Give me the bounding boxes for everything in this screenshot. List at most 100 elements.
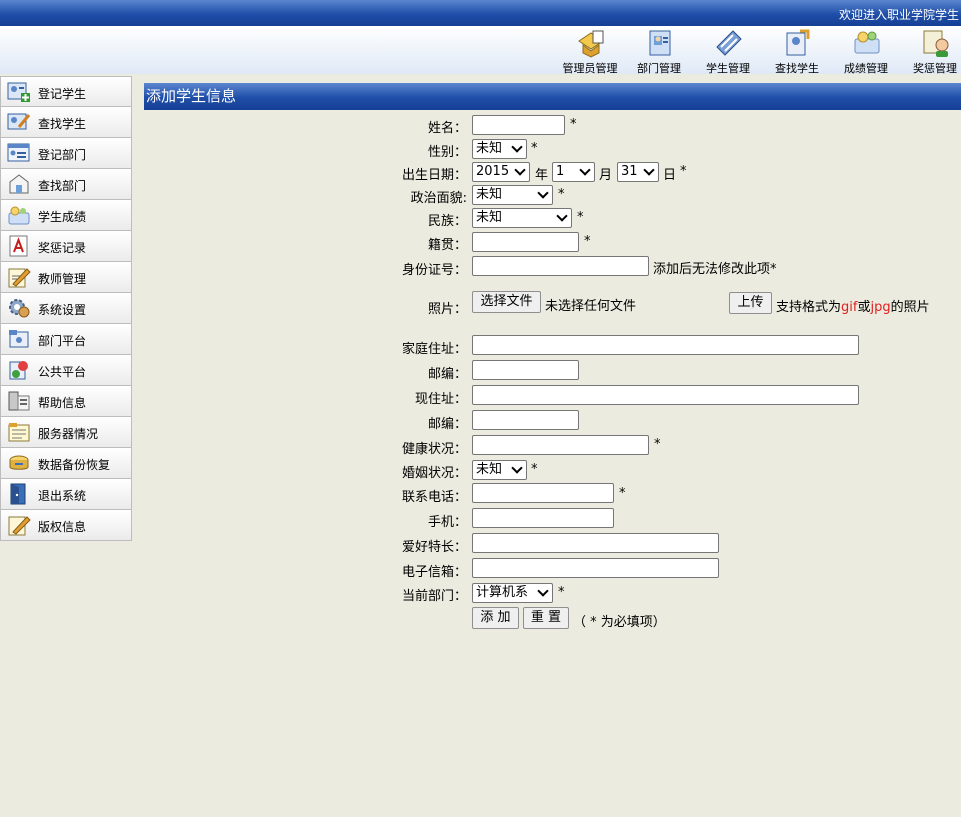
birth-month-value: 1 bbox=[556, 164, 565, 179]
sidebar-item-label: 奖惩记录 bbox=[38, 241, 87, 255]
native-input[interactable] bbox=[472, 232, 579, 252]
sidebar-item-label: 公共平台 bbox=[38, 365, 87, 379]
required-mark: * bbox=[558, 187, 565, 202]
find-student-icon bbox=[786, 29, 810, 56]
sidebar-item-find-student[interactable]: 查找学生 bbox=[0, 107, 132, 138]
sidebar-item-label: 学生成绩 bbox=[38, 210, 87, 224]
sidebar-item-help-info[interactable]: 帮助信息 bbox=[0, 386, 132, 417]
welcome-text: 欢迎进入职业学院学生 bbox=[838, 8, 959, 22]
zip-label: 邮编： bbox=[427, 417, 467, 432]
toolbar-admin-button[interactable]: 管理员管理 bbox=[555, 26, 625, 75]
required-mark: * bbox=[654, 437, 661, 452]
toolbar-student-button[interactable]: 学生管理 bbox=[693, 26, 763, 75]
sidebar-item-label: 系统设置 bbox=[38, 303, 87, 317]
political-label: 政治面貌: bbox=[410, 191, 467, 206]
gender-label: 性别： bbox=[427, 145, 467, 160]
server-status-icon bbox=[8, 423, 30, 442]
health-input[interactable] bbox=[472, 435, 649, 455]
public-platform-icon bbox=[9, 361, 28, 380]
sidebar-item-student-grades[interactable]: 学生成绩 bbox=[0, 200, 132, 231]
required-mark: * bbox=[680, 164, 687, 179]
sidebar-item-label: 帮助信息 bbox=[38, 396, 87, 410]
chevron-down-icon bbox=[511, 462, 523, 474]
chevron-down-icon bbox=[511, 141, 523, 153]
upload-button[interactable]: 上传 bbox=[729, 292, 772, 314]
sidebar-item-register-department[interactable]: 登记部门 bbox=[0, 138, 132, 169]
department-select[interactable]: 计算机系 bbox=[472, 583, 553, 603]
sidebar-item-department-platform[interactable]: 部门平台 bbox=[0, 324, 132, 355]
choose-file-button[interactable]: 选择文件 bbox=[472, 291, 541, 313]
top-banner: 欢迎进入职业学院学生 bbox=[0, 0, 961, 26]
reset-button[interactable]: 重 置 bbox=[523, 607, 569, 629]
political-select[interactable]: 未知 bbox=[472, 185, 553, 205]
email-input[interactable] bbox=[472, 558, 719, 578]
submit-button[interactable]: 添 加 bbox=[472, 607, 519, 629]
sidebar-item-reward-records[interactable]: 奖惩记录 bbox=[0, 231, 132, 262]
copyright-icon bbox=[8, 516, 31, 536]
ethnicity-value: 未知 bbox=[476, 210, 503, 225]
sidebar-item-public-platform[interactable]: 公共平台 bbox=[0, 355, 132, 386]
hint-prefix: 支持格式为 bbox=[776, 300, 842, 315]
home-zip-input[interactable] bbox=[472, 360, 579, 380]
sidebar-item-label: 退出系统 bbox=[38, 489, 87, 503]
ethnicity-select[interactable]: 未知 bbox=[472, 208, 572, 228]
sidebar-item-register-student[interactable]: 登记学生 bbox=[0, 76, 132, 107]
department-platform-icon bbox=[9, 330, 29, 348]
toolbar-grades-button[interactable]: 成绩管理 bbox=[831, 26, 901, 75]
sidebar-item-data-backup[interactable]: 数据备份恢复 bbox=[0, 448, 132, 479]
toolbar-find-student-button[interactable]: 查找学生 bbox=[762, 26, 832, 75]
chevron-down-icon bbox=[579, 164, 591, 176]
help-info-icon bbox=[8, 391, 30, 411]
sidebar-item-server-status[interactable]: 服务器情况 bbox=[0, 417, 132, 448]
data-backup-icon bbox=[9, 455, 29, 470]
month-unit: 月 bbox=[599, 168, 613, 183]
id-card-label: 身份证号： bbox=[401, 263, 467, 278]
chevron-down-icon bbox=[514, 164, 526, 176]
no-file-text: 未选择任何文件 bbox=[545, 299, 637, 314]
required-mark: * bbox=[531, 141, 538, 156]
sidebar-item-system-settings[interactable]: 系统设置 bbox=[0, 293, 132, 324]
required-mark: * bbox=[577, 210, 584, 225]
marital-value: 未知 bbox=[476, 462, 503, 477]
birth-year-select[interactable]: 2015 bbox=[472, 162, 530, 182]
phone-input[interactable] bbox=[472, 483, 614, 503]
sidebar-item-find-department[interactable]: 查找部门 bbox=[0, 169, 132, 200]
toolbar: 管理员管理 部门管理 学生管理 查找学生 成绩管理 奖惩管理 bbox=[0, 26, 961, 75]
toolbar-department-button[interactable]: 部门管理 bbox=[624, 26, 694, 75]
id-card-note: 添加后无法修改此项* bbox=[653, 262, 777, 277]
gender-value: 未知 bbox=[476, 141, 503, 156]
find-department-icon bbox=[9, 174, 29, 194]
current-zip-input[interactable] bbox=[472, 410, 579, 430]
phone-label: 联系电话： bbox=[401, 490, 467, 505]
sidebar-item-label: 部门平台 bbox=[38, 334, 87, 348]
name-input[interactable] bbox=[472, 115, 565, 135]
find-student-icon bbox=[7, 113, 31, 130]
sidebar-item-label: 登记学生 bbox=[38, 87, 87, 101]
current-address-input[interactable] bbox=[472, 385, 859, 405]
hobby-input[interactable] bbox=[472, 533, 719, 553]
photo-label: 照片： bbox=[427, 302, 467, 317]
gender-select[interactable]: 未知 bbox=[472, 139, 527, 159]
sidebar-item-logout[interactable]: 退出系统 bbox=[0, 479, 132, 510]
home-address-input[interactable] bbox=[472, 335, 859, 355]
id-card-input[interactable] bbox=[472, 256, 649, 276]
sidebar-item-teacher-management[interactable]: 教师管理 bbox=[0, 262, 132, 293]
student-grades-icon bbox=[8, 206, 30, 225]
department-label: 当前部门： bbox=[401, 589, 467, 604]
marital-select[interactable]: 未知 bbox=[472, 460, 527, 480]
toolbar-reward-button[interactable]: 奖惩管理 bbox=[900, 26, 961, 75]
mobile-input[interactable] bbox=[472, 508, 614, 528]
political-value: 未知 bbox=[476, 187, 503, 202]
sidebar-item-copyright[interactable]: 版权信息 bbox=[0, 510, 132, 541]
sidebar-item-label: 登记部门 bbox=[38, 148, 87, 162]
birth-day-select[interactable]: 31 bbox=[617, 162, 659, 182]
year-unit: 年 bbox=[535, 168, 549, 183]
reward-records-icon bbox=[9, 235, 28, 257]
required-mark: * bbox=[570, 117, 577, 132]
birth-month-select[interactable]: 1 bbox=[552, 162, 595, 182]
email-label: 电子信箱： bbox=[401, 565, 467, 580]
department-value: 计算机系 bbox=[476, 585, 529, 600]
register-department-icon bbox=[7, 143, 30, 162]
required-mark: * bbox=[619, 486, 626, 501]
hint-or: 或 bbox=[857, 300, 871, 315]
